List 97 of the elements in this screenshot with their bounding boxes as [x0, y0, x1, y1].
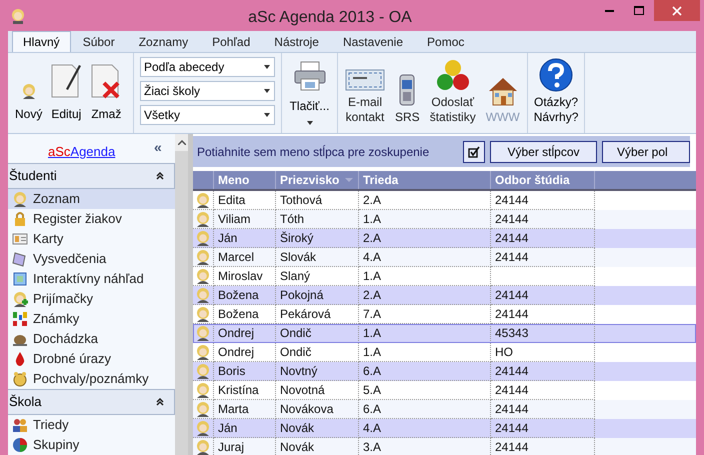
sidebar-item[interactable]: Interaktívny náhľad — [8, 269, 175, 289]
table-cell: 24144 — [491, 438, 595, 455]
sidebar-item[interactable]: Známky — [8, 309, 175, 329]
printer-icon — [292, 61, 326, 91]
person-icon — [195, 268, 211, 284]
print-button[interactable]: Tlačiť... — [290, 61, 330, 125]
sidebar-item[interactable]: Drobné úrazy — [8, 349, 175, 369]
people-icon — [12, 417, 28, 433]
send-statistics-button[interactable]: Odoslať štatistiky — [426, 56, 479, 125]
collapse-section-icon — [156, 172, 164, 180]
person-icon — [195, 192, 211, 208]
person-icon — [195, 382, 211, 398]
group-hint: Potiahnite sem meno stĺpca pre zoskupenie — [197, 144, 430, 160]
ribbon-tab[interactable]: Súbor — [70, 32, 127, 52]
scrollbar[interactable] — [175, 134, 188, 455]
person-plus-icon — [12, 291, 28, 307]
table-row[interactable]: Viliam Tóth 1.A 24144 — [193, 210, 696, 229]
sidebar-item[interactable]: Skupiny — [8, 435, 175, 455]
dropdown-arrow-icon — [264, 65, 270, 69]
house-icon — [486, 75, 519, 107]
checkmark-icon — [468, 146, 480, 158]
table-row[interactable]: Ján Široký 2.A 24144 — [193, 229, 696, 248]
table-row[interactable]: Ondrej Ondič 1.A 45343 — [193, 324, 696, 343]
section-header[interactable]: Študenti — [8, 163, 175, 189]
person-icon — [195, 230, 211, 246]
close-button[interactable] — [654, 0, 700, 21]
preview-icon — [12, 271, 28, 287]
table-cell: 3.A — [359, 438, 491, 455]
table-cell: Juraj — [214, 438, 276, 455]
edit-button[interactable]: Edituj — [47, 63, 86, 123]
srs-button[interactable]: SRS — [392, 71, 423, 125]
sidebar-item[interactable]: Karty — [8, 229, 175, 249]
table-row[interactable]: Marta Novákova 6.A 24144 — [193, 400, 696, 419]
sidebar-item[interactable]: Dochádzka — [8, 329, 175, 349]
pie-icon — [12, 437, 28, 453]
id-card-icon — [12, 231, 28, 247]
delete-button[interactable]: Zmaž — [87, 63, 126, 123]
caret-icon — [306, 121, 312, 125]
envelope-icon — [345, 68, 385, 92]
person-icon — [195, 325, 211, 341]
agenda-link[interactable]: aScAgenda — [48, 142, 116, 162]
section-header[interactable]: Škola — [8, 389, 175, 415]
column-chooser-button[interactable]: Výber pol — [602, 140, 690, 162]
collapse-section-icon — [156, 398, 164, 406]
lock-icon — [12, 211, 28, 227]
dropdown[interactable]: Žiaci školy — [140, 81, 275, 101]
ribbon-tab[interactable]: Nastavenie — [330, 32, 416, 52]
sidebar-item[interactable]: Pochvaly/poznámky — [8, 369, 175, 389]
table-row[interactable]: Ján Novák 4.A 24144 — [193, 419, 696, 438]
help-icon — [539, 58, 574, 92]
person-icon — [195, 344, 211, 360]
dropdown[interactable]: Podľa abecedy — [140, 57, 275, 77]
column-chooser-button[interactable]: Výber stĺpcov — [490, 140, 597, 162]
ribbon-tab[interactable]: Pohľad — [200, 32, 262, 52]
person-icon — [195, 249, 211, 265]
collapse-button[interactable]: « — [154, 140, 162, 154]
person-icon — [195, 287, 211, 303]
phone-icon — [399, 73, 416, 107]
person-icon — [195, 306, 211, 322]
scroll-up-icon[interactable] — [178, 140, 186, 145]
colored-balls-icon — [436, 58, 470, 92]
face-icon — [12, 371, 28, 387]
dropdown-arrow-icon — [264, 89, 270, 93]
table-row[interactable]: Marcel Slovák 4.A 24144 — [193, 248, 696, 267]
sidebar-item[interactable]: Vysvedčenia — [8, 249, 175, 269]
sidebar-item[interactable]: Zoznam — [8, 189, 175, 209]
table-row[interactable]: Boris Novtný 6.A 24144 — [193, 362, 696, 381]
email-button[interactable]: E-mail kontakt — [342, 56, 388, 125]
person-icon — [195, 401, 211, 417]
ribbon-tab[interactable]: Pomoc — [415, 32, 476, 52]
close-icon — [672, 6, 682, 16]
table-cell: Novák — [276, 438, 359, 455]
table-row[interactable]: Božena Pokojná 2.A 24144 — [193, 286, 696, 305]
help-button[interactable]: Otázky? Návrhy? — [534, 58, 578, 125]
colored-numbers-icon — [12, 311, 28, 327]
dropdown-arrow-icon — [264, 113, 270, 117]
sidebar-item[interactable]: Register žiakov — [8, 209, 175, 229]
ribbon-tab[interactable]: Zoznamy — [126, 32, 200, 52]
sidebar-item[interactable]: Prijímačky — [8, 289, 175, 309]
certificate-icon — [12, 251, 28, 267]
ribbon-tab[interactable]: Nástroje — [262, 32, 331, 52]
person-icon — [195, 420, 211, 436]
table-row[interactable]: Juraj Novák 3.A 24144 — [193, 438, 696, 455]
window-title: aSc Agenda 2013 - OA — [247, 8, 413, 28]
person-icon — [195, 363, 211, 379]
document-cross-icon — [90, 63, 122, 99]
person-icon — [195, 439, 211, 455]
person-icon — [195, 211, 211, 227]
ribbon-tab[interactable]: Hlavný — [12, 31, 71, 52]
app-icon — [10, 8, 26, 24]
sidebar-item[interactable]: Triedy — [8, 415, 175, 435]
dropdown[interactable]: Všetky — [140, 105, 275, 125]
person-button[interactable]: Nový — [12, 63, 46, 123]
person-icon — [20, 83, 37, 99]
document-pen-icon — [50, 63, 82, 99]
person-icon — [12, 191, 28, 207]
checkbox[interactable] — [463, 140, 485, 162]
